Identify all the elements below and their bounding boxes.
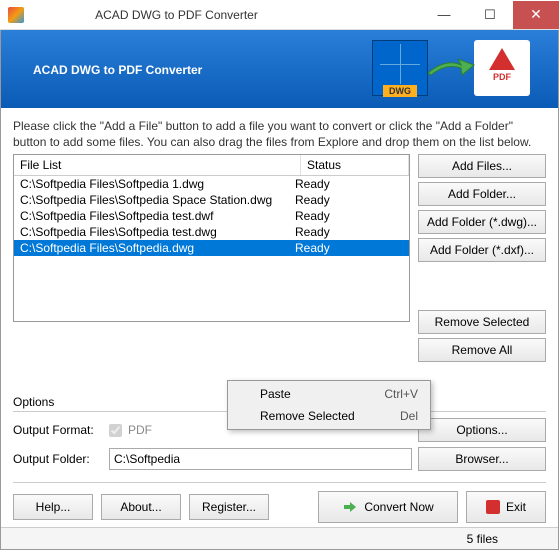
register-button[interactable]: Register...	[189, 494, 269, 520]
close-button[interactable]: ✕	[513, 1, 559, 29]
statusbar: 5 files	[1, 527, 558, 549]
cell-status: Ready	[295, 241, 403, 255]
cell-status: Ready	[295, 193, 403, 207]
add-folder-dxf-button[interactable]: Add Folder (*.dxf)...	[418, 238, 546, 262]
add-folder-dwg-button[interactable]: Add Folder (*.dwg)...	[418, 210, 546, 234]
cell-file: C:\Softpedia Files\Softpedia 1.dwg	[20, 177, 295, 191]
context-paste[interactable]: Paste Ctrl+V	[230, 383, 428, 405]
table-row[interactable]: C:\Softpedia Files\Softpedia.dwgReady	[14, 240, 409, 256]
convert-icon	[342, 499, 358, 515]
add-files-button[interactable]: Add Files...	[418, 154, 546, 178]
instructions-text: Please click the "Add a File" button to …	[13, 118, 546, 150]
app-icon	[8, 7, 24, 23]
context-remove[interactable]: Remove Selected Del	[230, 405, 428, 427]
cell-status: Ready	[295, 177, 403, 191]
cell-file: C:\Softpedia Files\Softpedia.dwg	[20, 241, 295, 255]
context-menu: Paste Ctrl+V Remove Selected Del	[227, 380, 431, 430]
window-title: ACAD DWG to PDF Converter	[32, 8, 421, 22]
table-row[interactable]: C:\Softpedia Files\Softpedia Space Stati…	[14, 192, 409, 208]
about-button[interactable]: About...	[101, 494, 181, 520]
banner-illustration: PDF	[372, 40, 530, 96]
exit-button[interactable]: Exit	[466, 491, 546, 523]
header-status[interactable]: Status	[301, 155, 409, 175]
output-folder-label: Output Folder:	[13, 452, 103, 466]
table-row[interactable]: C:\Softpedia Files\Softpedia test.dwfRea…	[14, 208, 409, 224]
banner-title: ACAD DWG to PDF Converter	[33, 58, 202, 80]
arrow-icon	[426, 53, 476, 83]
titlebar: ACAD DWG to PDF Converter — ☐ ✕	[0, 0, 559, 30]
table-row[interactable]: C:\Softpedia Files\Softpedia test.dwgRea…	[14, 224, 409, 240]
exit-label: Exit	[506, 500, 526, 514]
add-folder-button[interactable]: Add Folder...	[418, 182, 546, 206]
table-row[interactable]: C:\Softpedia Files\Softpedia 1.dwgReady	[14, 176, 409, 192]
banner: ACAD DWG to PDF Converter PDF	[0, 30, 559, 108]
minimize-button[interactable]: —	[421, 1, 467, 29]
banner-subtitle: DWG to PDF Converter	[68, 63, 203, 77]
remove-all-button[interactable]: Remove All	[418, 338, 546, 362]
context-paste-label: Paste	[260, 387, 291, 401]
cell-status: Ready	[295, 209, 403, 223]
remove-selected-button[interactable]: Remove Selected	[418, 310, 546, 334]
browser-button[interactable]: Browser...	[418, 447, 546, 471]
divider	[13, 482, 546, 483]
output-format-label: Output Format:	[13, 423, 103, 437]
cell-file: C:\Softpedia Files\Softpedia test.dwf	[20, 209, 295, 223]
options-button[interactable]: Options...	[418, 418, 546, 442]
context-paste-shortcut: Ctrl+V	[384, 387, 418, 401]
help-button[interactable]: Help...	[13, 494, 93, 520]
convert-button[interactable]: Convert Now	[318, 491, 458, 523]
cell-file: C:\Softpedia Files\Softpedia Space Stati…	[20, 193, 295, 207]
status-text: 5 files	[467, 532, 498, 546]
pdf-label: PDF	[493, 72, 511, 82]
cell-file: C:\Softpedia Files\Softpedia test.dwg	[20, 225, 295, 239]
dwg-icon	[372, 40, 428, 96]
cell-status: Ready	[295, 225, 403, 239]
convert-label: Convert Now	[364, 500, 433, 514]
maximize-button[interactable]: ☐	[467, 1, 513, 29]
exit-icon	[486, 500, 500, 514]
pdf-icon: PDF	[474, 40, 530, 96]
context-remove-label: Remove Selected	[260, 409, 355, 423]
context-remove-shortcut: Del	[400, 409, 418, 423]
banner-acad: ACAD	[33, 63, 68, 77]
file-list[interactable]: File List Status C:\Softpedia Files\Soft…	[13, 154, 410, 322]
header-file[interactable]: File List	[14, 155, 301, 175]
output-folder-input[interactable]	[109, 448, 412, 470]
list-header: File List Status	[14, 155, 409, 176]
pdf-check-label: PDF	[128, 423, 152, 437]
pdf-checkbox[interactable]	[109, 424, 122, 437]
